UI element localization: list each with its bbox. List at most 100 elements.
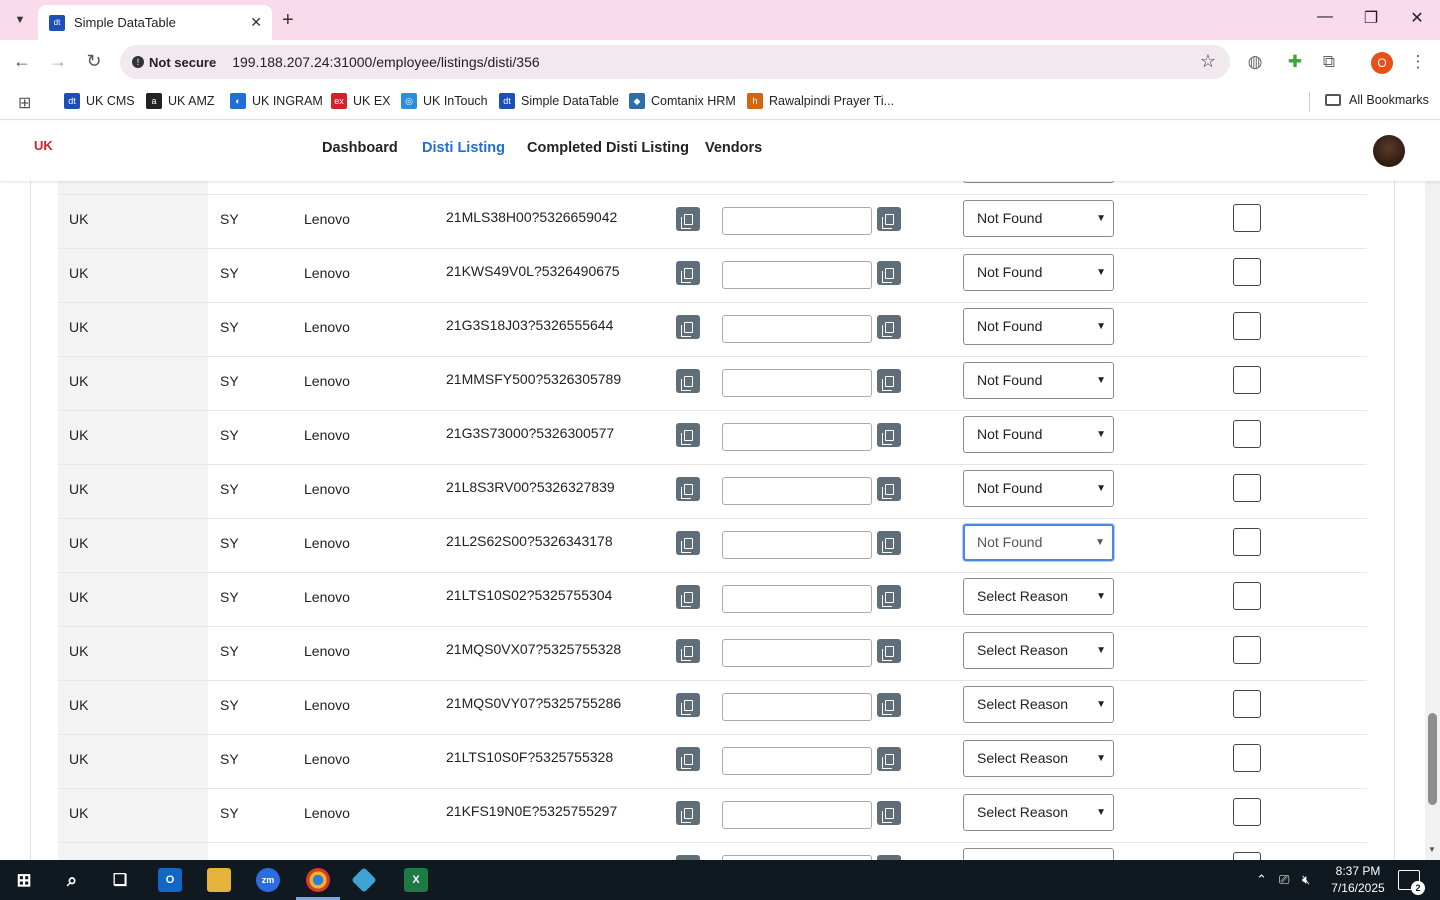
row-checkbox[interactable] [1233,204,1261,232]
reason-select[interactable]: Select Reason ▼ [963,740,1114,777]
plus-extension-icon[interactable]: ✚ [1284,52,1306,72]
paste-button[interactable] [877,531,901,555]
network-icon[interactable]: ⎚ [1279,872,1289,888]
url-input[interactable] [722,531,872,559]
forward-icon[interactable]: → [46,51,70,72]
tab-search-icon[interactable]: ▼ [8,8,32,32]
copy-sku-button[interactable] [676,207,700,231]
row-checkbox[interactable] [1233,636,1261,664]
reason-select[interactable]: Not Found ▼ [963,308,1114,345]
nav-vendors[interactable]: Vendors [705,140,762,156]
reason-select[interactable]: Not Found ▼ [963,470,1114,507]
bookmark-uk-ingram[interactable]: ◐ UK INGRAM [230,93,323,109]
bookmark-rawalpindi-prayer[interactable]: h Rawalpindi Prayer Ti... [747,93,894,109]
url-input[interactable] [722,639,872,667]
bookmark-comtanix-hrm[interactable]: ◆ Comtanix HRM [629,93,736,109]
reason-select[interactable]: Not Found ▼ [963,524,1114,561]
reason-select[interactable]: Select Reason ▼ [963,794,1114,831]
url-input[interactable] [722,585,872,613]
reason-select[interactable] [963,848,1114,860]
extensions-puzzle-icon[interactable]: ⧉ [1318,52,1340,72]
user-avatar[interactable] [1373,135,1405,167]
task-view-icon[interactable]: ❏ [108,868,132,892]
notification-center-icon[interactable]: 2 [1398,870,1425,895]
copy-sku-button[interactable] [676,639,700,663]
reason-select[interactable]: Select Reason ▼ [963,632,1114,669]
url-input[interactable] [722,315,872,343]
copy-sku-button[interactable] [676,693,700,717]
paste-button[interactable] [877,423,901,447]
copy-sku-button[interactable] [676,531,700,555]
scroll-down-icon[interactable]: ▼ [1428,845,1436,854]
restore-icon[interactable]: ❐ [1359,8,1383,28]
url-text[interactable]: 199.188.207.24:31000/employee/listings/d… [232,54,539,70]
all-bookmarks[interactable]: All Bookmarks [1325,93,1429,107]
paste-button[interactable] [877,639,901,663]
windows-start-icon[interactable]: ⊞ [12,868,36,892]
url-input[interactable] [722,423,872,451]
copy-sku-button[interactable] [676,423,700,447]
chrome-icon[interactable] [306,868,330,892]
row-checkbox[interactable] [1233,798,1261,826]
row-checkbox[interactable] [1233,852,1261,860]
system-clock[interactable]: 8:37 PM 7/16/2025 [1318,863,1398,897]
copy-sku-button[interactable] [676,801,700,825]
reason-select[interactable]: Not Found ▼ [963,416,1114,453]
back-icon[interactable]: ← [10,51,34,72]
url-input[interactable] [722,477,872,505]
bookmark-uk-cms[interactable]: dt UK CMS [64,93,135,109]
paste-button[interactable] [877,747,901,771]
search-icon[interactable]: ⌕ [60,868,84,892]
row-checkbox[interactable] [1233,312,1261,340]
excel-icon[interactable]: X [404,868,428,892]
row-checkbox[interactable] [1233,528,1261,556]
reason-select[interactable]: Select Reason ▼ [963,686,1114,723]
nav-dashboard[interactable]: Dashboard [322,140,398,156]
bookmark-star-icon[interactable]: ☆ [1200,51,1216,72]
reason-select[interactable]: Select Reason ▼ [963,578,1114,615]
paste-button[interactable] [877,261,901,285]
copy-sku-button[interactable] [676,261,700,285]
paste-button[interactable] [877,693,901,717]
url-input[interactable] [722,261,872,289]
paste-button[interactable] [877,369,901,393]
paste-button[interactable] [877,477,901,501]
bookmark-uk-intouch[interactable]: ◎ UK InTouch [401,93,488,109]
paste-button[interactable] [877,315,901,339]
row-checkbox[interactable] [1233,744,1261,772]
row-checkbox[interactable] [1233,582,1261,610]
app-diamond-icon[interactable] [351,867,377,893]
tab-close-icon[interactable]: ✕ [250,14,262,31]
reason-select[interactable]: Not Found ▼ [963,254,1114,291]
copy-sku-button[interactable] [676,747,700,771]
menu-kebab-icon[interactable]: ⋮ [1407,52,1429,72]
url-input[interactable] [722,801,872,829]
tray-chevron-icon[interactable]: ⌃ [1256,872,1267,888]
site-logo[interactable]: UK [34,138,58,162]
address-bar[interactable]: ! Not secure 199.188.207.24:31000/employ… [120,45,1230,79]
url-input[interactable] [722,693,872,721]
row-checkbox[interactable] [1233,474,1261,502]
bookmark-uk-ex[interactable]: ex UK EX [331,93,391,109]
security-indicator[interactable]: ! Not secure [132,55,216,70]
row-checkbox[interactable] [1233,420,1261,448]
copy-sku-button[interactable] [676,477,700,501]
new-tab-icon[interactable]: + [282,8,294,32]
paste-button[interactable] [877,207,901,231]
page-scrollbar[interactable]: ▲ ▼ [1425,121,1440,860]
minimize-icon[interactable]: — [1313,8,1337,26]
row-checkbox[interactable] [1233,366,1261,394]
row-checkbox[interactable] [1233,258,1261,286]
volume-muted-icon[interactable]: 🔇︎ [1302,872,1310,888]
paste-button[interactable] [877,585,901,609]
scrollbar-thumb[interactable] [1428,713,1437,805]
nav-completed-disti-listing[interactable]: Completed Disti Listing [527,140,689,156]
nav-disti-listing[interactable]: Disti Listing [422,140,505,156]
zoom-icon[interactable]: zm [256,868,280,892]
reload-icon[interactable]: ↻ [82,51,106,72]
copy-sku-button[interactable] [676,369,700,393]
close-window-icon[interactable]: ✕ [1405,8,1429,28]
reason-select[interactable]: Not Found ▼ [963,200,1114,237]
bookmark-uk-amz[interactable]: a UK AMZ [146,93,215,109]
apps-grid-icon[interactable]: ⊞ [18,93,31,113]
